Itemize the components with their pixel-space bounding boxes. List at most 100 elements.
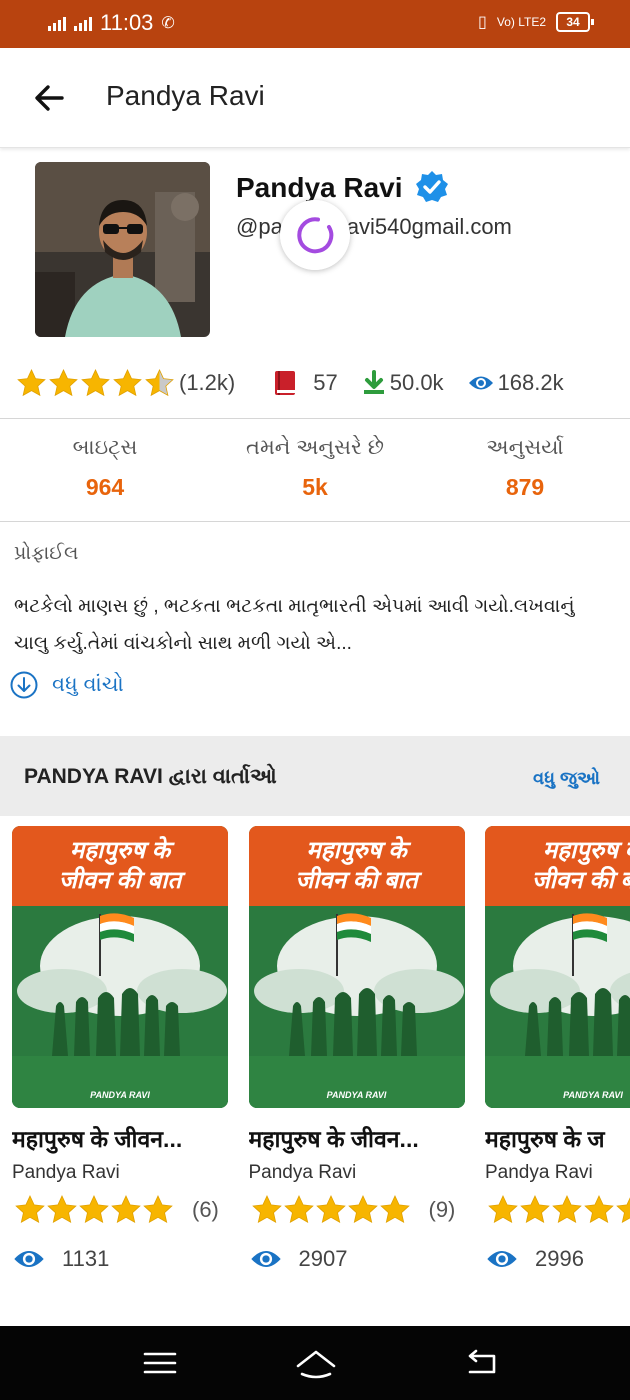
cover-title-line: महापुरुष के: [69, 837, 171, 864]
profile-bio: ભટકેલો માણસ છું , ભટકતા ભટકતા માતૃભારતી …: [14, 588, 626, 662]
story-cover-image[interactable]: महापुरुष के जीवन की बात: [248, 826, 465, 1108]
cover-title-line: जीवन की बात: [58, 867, 182, 894]
network-label: Vo) LTE2: [496, 15, 546, 29]
star-icon: [379, 1195, 410, 1224]
book-icon: [275, 371, 296, 395]
story-rating: [487, 1194, 630, 1226]
profile-rating-stars: [16, 368, 175, 399]
app-bar: Pandya Ravi: [0, 48, 630, 148]
views-count: 168.2k: [497, 370, 564, 395]
signal-icon: [48, 15, 66, 31]
back-nav-icon[interactable]: [462, 1346, 502, 1380]
count-label: અનુસર્યા: [486, 436, 564, 459]
story-rating-count: (6): [192, 1197, 219, 1222]
star-icon: [15, 1195, 45, 1224]
star-icon: [47, 1195, 77, 1224]
views-stat: 168.2k: [468, 370, 564, 396]
cover-author: PANDYA RAVI: [90, 1090, 150, 1100]
star-icon: [17, 368, 46, 396]
profile-counts: બાઇટ્સ 964 તમને અનુસરે છે 5k અનુસર્યા 87…: [0, 436, 630, 516]
status-bar: 11:03 ✆ ▯ Vo) LTE2 34: [0, 0, 630, 48]
story-rating-stars: [487, 1194, 630, 1226]
story-views: 2996: [485, 1246, 584, 1272]
star-icon: [111, 1195, 141, 1224]
profile-handle: @pa avi540gmail.com: [236, 214, 512, 240]
story-views: 1131: [12, 1246, 109, 1272]
story-views-count: 2996: [535, 1246, 584, 1271]
cover-title-line: जीवन की बात: [295, 867, 418, 894]
see-more-link[interactable]: વધુ જુઓ: [533, 768, 600, 789]
story-author[interactable]: Pandya Ravi: [485, 1162, 593, 1184]
followers-count[interactable]: તમને અનુસરે છે 5k: [210, 436, 420, 501]
cover-title: महापुरुष के जीवन की बात: [248, 826, 465, 906]
star-icon: [552, 1195, 582, 1224]
menu-icon[interactable]: [140, 1346, 180, 1380]
count-value: 879: [505, 474, 545, 500]
profile-name: Pandya Ravi: [236, 172, 403, 203]
star-icon: [616, 1197, 630, 1224]
read-more-button[interactable]: વધુ વાંચો: [10, 671, 124, 699]
count-value: 964: [85, 474, 125, 500]
downloads-stat: 50.0k: [362, 370, 444, 396]
back-arrow-icon[interactable]: [30, 78, 70, 118]
profile-handle-end: avi540gmail.com: [346, 214, 512, 239]
star-icon: [49, 368, 78, 396]
star-icon: [113, 368, 142, 396]
cover-illustration: [485, 906, 630, 1108]
books-stat: 57: [273, 369, 338, 397]
story-title[interactable]: महापुरुष के जीवन...: [12, 1122, 252, 1154]
bio-line: ચાલુ કર્યુ.તેમાં વાંચકોનો સાથ મળી ગયો એ.…: [14, 633, 352, 654]
loading-spinner-icon: [280, 200, 350, 270]
cover-illustration: [248, 906, 465, 1108]
count-value: 5k: [302, 474, 328, 500]
story-title[interactable]: महापुरुष के जीवन...: [249, 1122, 489, 1154]
following-count[interactable]: અનુસર્યા 879: [420, 436, 630, 501]
story-rating-stars: [14, 1194, 174, 1226]
star-icon: [347, 1195, 378, 1224]
cover-title-line: महापुरुष के: [306, 837, 407, 864]
stories-title: PANDYA RAVI દ્વારા વાર્તાઓ: [24, 765, 277, 788]
eye-icon: [468, 376, 493, 390]
rating-count: (1.2k): [179, 370, 236, 395]
bio-line: ભટકેલો માણસ છું , ભટકતા ભટકતા માતૃભારતી …: [14, 596, 575, 617]
star-icon: [488, 1195, 518, 1224]
whatsapp-icon: ✆: [161, 15, 175, 32]
star-icon: [251, 1195, 282, 1224]
books-count: 57: [313, 370, 338, 395]
cover-illustration: [12, 906, 228, 1108]
story-cover-image[interactable]: महापुरुष के जीवन की बात: [12, 826, 228, 1108]
story-views-count: 1131: [62, 1246, 110, 1271]
story-rating: (9): [251, 1194, 455, 1226]
stories-section: PANDYA RAVI દ્વારા વાર્તાઓ વધુ જુઓ महापु…: [0, 736, 630, 1326]
download-icon: [363, 370, 384, 394]
story-rating-stars: [251, 1194, 411, 1226]
story-author[interactable]: Pandya Ravi: [12, 1162, 120, 1184]
cover-title: महापुरुष के जीवन की बात: [485, 826, 630, 906]
vibrate-icon: ▯: [478, 14, 487, 31]
story-cover-image[interactable]: महापुरुष के जीवन की बात: [485, 826, 630, 1108]
cover-author: PANDYA RAVI: [326, 1090, 387, 1100]
star-icon: [520, 1195, 550, 1224]
verified-badge-icon: [416, 171, 448, 202]
story-rating: (6): [14, 1194, 219, 1226]
story-author[interactable]: Pandya Ravi: [249, 1162, 357, 1184]
bytes-count[interactable]: બાઇટ્સ 964: [0, 436, 210, 501]
avatar[interactable]: [35, 162, 210, 337]
read-more-label: વધુ વાંચો: [52, 673, 124, 696]
star-icon: [79, 1195, 109, 1224]
cover-title: महापुरुष के जीवन की बात: [12, 826, 228, 906]
story-views-count: 2907: [298, 1246, 348, 1271]
cover-title-line: जीवन की बात: [531, 867, 630, 894]
stories-carousel[interactable]: महापुरुष के जीवन की बात PANDYA RAVI महाप…: [0, 816, 630, 1326]
battery-icon: 34: [556, 12, 594, 32]
home-icon[interactable]: [294, 1346, 338, 1380]
arrow-down-circle-icon: [10, 671, 38, 699]
cover-title-line: महापुरुष के: [542, 837, 630, 864]
story-title[interactable]: महापुरुष के ज: [485, 1122, 630, 1154]
star-icon: [315, 1195, 346, 1224]
star-icon: [143, 1195, 173, 1224]
star-icon: [145, 368, 174, 396]
eye-icon: [487, 1251, 517, 1267]
eye-icon: [14, 1251, 44, 1267]
eye-icon: [250, 1251, 281, 1267]
